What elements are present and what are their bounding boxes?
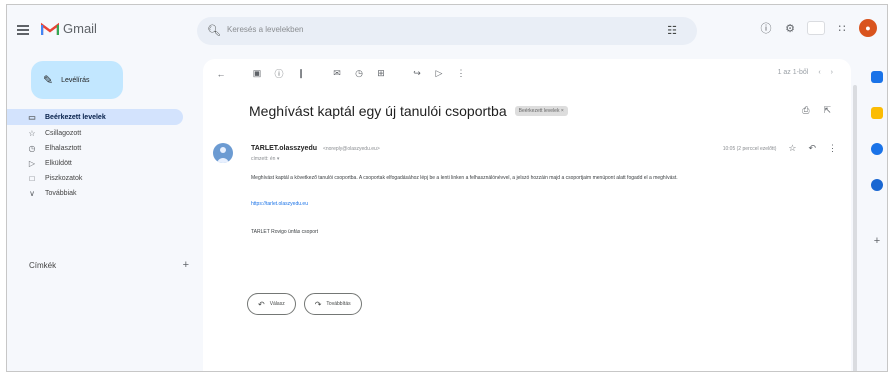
scrollbar[interactable] <box>853 85 857 371</box>
app-name: Gmail <box>63 21 97 36</box>
sidebar-item-drafts[interactable]: □ Piszkozatok <box>7 171 195 185</box>
draft-icon: □ <box>29 173 35 183</box>
email-view: ← ▣ ⓘ ❙ ✉ ◷ ⊞ ↪ ▷ ⋮ 1 az 1-ből ‹ › Meghí… <box>203 59 851 371</box>
pager-label: 1 az 1-ből <box>777 69 809 76</box>
calendar-icon[interactable] <box>871 71 883 83</box>
search-placeholder[interactable]: Keresés a levelekben <box>227 25 304 34</box>
email-subject: Meghívást kaptál egy új tanulói csoportb… <box>249 103 507 119</box>
sidebar-item-inbox[interactable]: ▭ Beérkezett levelek <box>7 109 183 125</box>
email-meta: 10:05 (2 perccel ezelőtt) ☆ ↶ ⋮ <box>723 143 837 154</box>
back-arrow-icon[interactable]: ← <box>215 69 227 79</box>
search-bar[interactable]: 🔍︎ Keresés a levelekben ☷ <box>197 17 697 45</box>
sender-line: TARLET.olasszyedu <noreply@olaszyedu.eu> <box>251 145 380 152</box>
sidebar-item-label: Elhalasztott <box>45 144 82 152</box>
sidebar-item-sent[interactable]: ▷ Elküldött <box>7 156 195 170</box>
sidebar-item-more[interactable]: ∨ Továbbiak <box>7 186 195 200</box>
main-menu-icon[interactable] <box>17 25 29 35</box>
more-vert-icon[interactable]: ⋮ <box>455 68 467 79</box>
email-subject-row: Meghívást kaptál egy új tanulói csoportb… <box>249 103 568 119</box>
pager: 1 az 1-ből ‹ › <box>778 69 833 76</box>
search-options-icon[interactable]: ☷ <box>667 24 677 37</box>
compose-label: Levélírás <box>61 76 90 84</box>
inbox-icon: ▭ <box>28 112 36 122</box>
sender-email: <noreply@olaszyedu.eu> <box>322 146 380 152</box>
search-icon[interactable]: 🔍︎ <box>207 24 221 37</box>
delete-icon[interactable]: ❙ <box>295 68 307 79</box>
sidebar-item-label: Csillagozott <box>45 129 82 137</box>
sender-name[interactable]: TARLET.olasszyedu <box>251 145 317 152</box>
settings-icon[interactable]: ⚙ <box>783 21 797 35</box>
sidebar-item-label: Elküldött <box>45 159 72 167</box>
keep-icon[interactable] <box>871 107 883 119</box>
support-icon[interactable]: ⓘ <box>759 21 773 35</box>
open-new-window-icon[interactable]: ⇱ <box>823 105 831 116</box>
reply-icon: ↶ <box>258 299 265 309</box>
subject-actions: ⎙ ⇱ <box>802 105 831 116</box>
sidebar-item-snoozed[interactable]: ◷ Elhalasztott <box>7 141 195 155</box>
gemini-icon[interactable] <box>807 21 825 35</box>
mark-unread-icon[interactable]: ✉ <box>331 68 343 79</box>
gmail-logo[interactable]: Gmail <box>40 21 97 36</box>
forward-button[interactable]: ↷ Továbbítás <box>303 293 362 315</box>
snooze-icon[interactable]: ◷ <box>353 68 365 79</box>
pencil-icon: ✎ <box>43 73 54 87</box>
sender-avatar[interactable] <box>213 143 233 163</box>
next-page-icon[interactable]: › <box>831 69 833 76</box>
labels-section: Címkék + <box>29 259 189 271</box>
email-toolbar: ← ▣ ⓘ ❙ ✉ ◷ ⊞ ↪ ▷ ⋮ <box>215 67 467 80</box>
sidebar-item-label: Piszkozatok <box>45 174 83 182</box>
reply-label: Válasz <box>269 301 285 307</box>
top-right-icons: ⓘ ⚙ ∷ ● <box>759 19 877 37</box>
send-icon: ▷ <box>28 158 36 168</box>
sidebar-nav: ▭ Beérkezett levelek ☆ Csillagozott ◷ El… <box>7 109 195 201</box>
folder-chip[interactable]: Beérkezett levelek × <box>514 106 568 116</box>
reply-button[interactable]: ↶ Válasz <box>247 293 296 315</box>
label-icon[interactable]: ▷ <box>433 68 445 79</box>
add-addon-icon[interactable]: + <box>871 235 883 247</box>
add-task-icon[interactable]: ⊞ <box>375 68 387 79</box>
star-icon: ☆ <box>28 128 36 138</box>
recipient-dropdown[interactable]: címzett: én ▾ <box>251 156 279 162</box>
side-panel: + <box>865 59 887 371</box>
apps-grid-icon[interactable]: ∷ <box>835 21 849 35</box>
email-body: Meghívást kaptál a következő tanulói cso… <box>251 175 678 181</box>
email-group-name: TARLET Rovigo ünfás csoport <box>251 229 319 235</box>
sidebar-item-label: Továbbiak <box>45 189 77 197</box>
star-icon[interactable]: ☆ <box>788 143 796 154</box>
account-avatar[interactable]: ● <box>859 19 877 37</box>
move-to-icon[interactable]: ↪ <box>411 68 423 79</box>
report-spam-icon[interactable]: ⓘ <box>273 67 285 80</box>
reply-icon[interactable]: ↶ <box>808 143 816 154</box>
add-label-icon[interactable]: + <box>183 259 189 271</box>
top-bar: Gmail 🔍︎ Keresés a levelekben ☷ ⓘ ⚙ ∷ ● <box>7 5 887 59</box>
sidebar-item-label: Beérkezett levelek <box>45 113 106 121</box>
tasks-icon[interactable] <box>871 143 883 155</box>
email-link[interactable]: https://tarlet.olaszyedu.eu <box>251 201 308 207</box>
forward-icon: ↷ <box>314 299 322 309</box>
email-time: 10:05 (2 perccel ezelőtt) <box>722 145 777 152</box>
reply-actions: ↶ Válasz ↷ Továbbítás <box>247 293 362 315</box>
compose-button[interactable]: ✎ Levélírás <box>31 61 123 99</box>
clock-icon: ◷ <box>28 143 36 153</box>
contacts-icon[interactable] <box>871 179 883 191</box>
more-vert-icon[interactable]: ⋮ <box>828 143 837 154</box>
sidebar-item-starred[interactable]: ☆ Csillagozott <box>7 126 195 140</box>
prev-page-icon[interactable]: ‹ <box>818 69 820 76</box>
print-icon[interactable]: ⎙ <box>802 105 809 116</box>
gmail-m-icon <box>40 22 60 36</box>
labels-title: Címkék <box>29 261 57 270</box>
gmail-window: Gmail 🔍︎ Keresés a levelekben ☷ ⓘ ⚙ ∷ ● … <box>6 4 888 372</box>
forward-label: Továbbítás <box>326 301 351 307</box>
chevron-down-icon: ∨ <box>29 188 35 198</box>
archive-icon[interactable]: ▣ <box>251 68 263 79</box>
